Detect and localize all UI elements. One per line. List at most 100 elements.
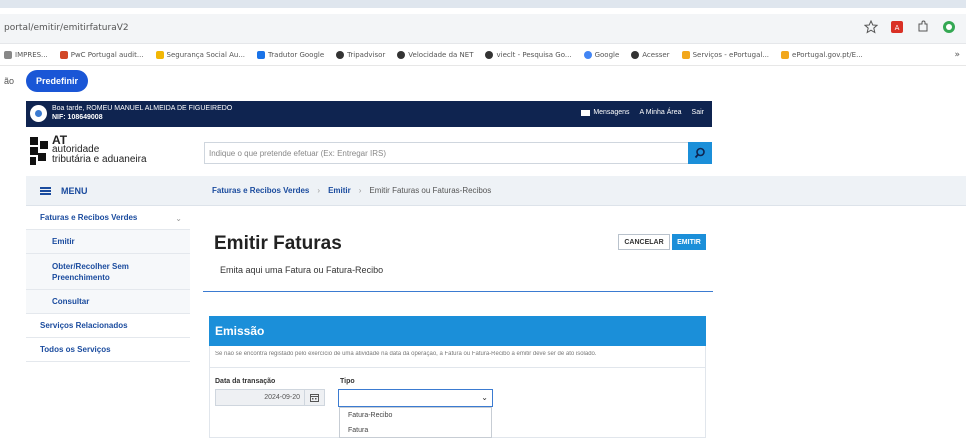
bookmark-item[interactable]: Serviços - ePortugal... — [681, 50, 770, 59]
browser-top-strip — [0, 0, 966, 8]
type-label: Tipo — [340, 378, 355, 385]
date-field[interactable]: 2024-09-20 — [215, 389, 305, 406]
star-icon[interactable] — [864, 20, 878, 34]
chevron-down-icon: ⌄ — [481, 393, 488, 402]
extension-bar-label: ão — [4, 76, 15, 86]
bookmark-label: vieclt - Pesquisa Go... — [496, 50, 572, 59]
more-bookmarks-button[interactable]: » — [954, 50, 960, 60]
sidebar-item-obter-recolher[interactable]: Obter/Recolher Sem Preenchimento — [26, 254, 190, 290]
sidebar-item-servicos-relacionados[interactable]: Serviços Relacionados — [26, 314, 190, 338]
messages-label: Mensagens — [593, 109, 630, 116]
bookmark-label: Velocidade da NET — [408, 50, 474, 59]
title-divider — [203, 291, 713, 292]
my-area-link[interactable]: A Minha Área — [640, 109, 682, 116]
bookmark-favicon-icon — [681, 50, 690, 59]
bookmark-item[interactable]: IMPRES... — [4, 50, 48, 59]
at-logo-icon[interactable] — [30, 137, 48, 165]
puzzle-extensions-icon[interactable] — [916, 20, 930, 34]
search-input[interactable]: Indique o que pretende efetuar (Ex: Entr… — [204, 142, 690, 164]
sidebar-item-label: Obter/Recolher Sem Preenchimento — [52, 261, 129, 282]
bookmark-item[interactable]: Velocidade da NET — [397, 50, 474, 59]
breadcrumb-link-emitir[interactable]: Emitir — [328, 186, 351, 195]
user-nif: NIF: 108649008 — [52, 114, 103, 121]
bookmark-item[interactable]: Segurança Social Au... — [155, 50, 246, 59]
messages-link[interactable]: Mensagens — [581, 109, 630, 116]
sidebar-item-label: Emitir — [52, 237, 75, 246]
bookmark-favicon-icon — [4, 50, 12, 59]
sidebar-item-consultar[interactable]: Consultar — [26, 290, 190, 314]
calendar-icon — [310, 394, 319, 402]
bookmark-item[interactable]: vieclt - Pesquisa Go... — [485, 50, 572, 59]
pdf-extension-icon[interactable]: A — [890, 20, 904, 34]
bookmark-item[interactable]: ePortugal.gov.pt/E... — [781, 50, 863, 59]
user-avatar-icon — [30, 105, 47, 122]
bookmark-favicon-icon — [155, 50, 164, 59]
search-icon — [694, 147, 705, 159]
note-divider — [209, 367, 706, 368]
bookmark-item[interactable]: Google — [583, 50, 620, 59]
date-value: 2024-09-20 — [264, 394, 300, 401]
hamburger-icon — [40, 186, 51, 195]
panel-note: Se não se encontra registado pelo exercí… — [215, 351, 597, 357]
sidebar-item-emitir[interactable]: Emitir — [26, 230, 190, 254]
bookmark-label: Acesser — [642, 50, 670, 59]
bookmark-label: Serviços - ePortugal... — [692, 50, 770, 59]
bookmark-item[interactable]: PwC Portugal audit... — [59, 50, 144, 59]
breadcrumb-separator-icon: › — [358, 186, 362, 195]
svg-text:A: A — [895, 24, 900, 32]
emit-button[interactable]: EMITIR — [672, 234, 706, 250]
browser-toolbar-icons: A — [864, 20, 956, 34]
site-header: AT autoridade tributária e aduaneira Ind… — [26, 127, 712, 175]
bookmark-favicon-icon — [485, 50, 494, 59]
address-bar[interactable]: portal/emitir/emitirfaturaV2 A — [0, 14, 966, 44]
menu-toggle[interactable]: MENU — [26, 176, 190, 206]
page-title: Emitir Faturas — [214, 233, 342, 254]
at-logo-text: AT autoridade tributária e aduaneira — [52, 134, 147, 165]
bookmarks-bar: IMPRES... PwC Portugal audit... Seguranç… — [0, 44, 966, 66]
profile-avatar-icon[interactable] — [942, 20, 956, 34]
calendar-button[interactable] — [305, 389, 325, 406]
breadcrumb-current: Emitir Faturas ou Faturas-Recibos — [369, 186, 492, 195]
logout-link[interactable]: Sair — [692, 109, 704, 116]
breadcrumb-separator-icon: › — [317, 186, 321, 195]
user-top-bar: Boa tarde, ROMEU MANUEL ALMEIDA DE FIGUE… — [26, 101, 712, 127]
sidebar-item-label: Serviços Relacionados — [40, 321, 128, 330]
bookmark-favicon-icon — [257, 50, 266, 59]
sidebar-item-todos-servicos[interactable]: Todos os Serviços — [26, 338, 190, 362]
bookmark-item[interactable]: Tripadvisor — [336, 50, 385, 59]
extension-bar: ão Predefinir — [0, 66, 966, 96]
bookmark-favicon-icon — [583, 50, 592, 59]
search-button[interactable] — [688, 142, 712, 164]
envelope-icon — [581, 109, 591, 116]
breadcrumb: Faturas e Recibos Verdes › Emitir › Emit… — [190, 176, 966, 206]
emission-panel-header: Emissão — [209, 316, 706, 346]
bookmark-label: Segurança Social Au... — [166, 50, 246, 59]
bookmark-label: ePortugal.gov.pt/E... — [792, 50, 863, 59]
type-option-fatura[interactable]: Fatura — [340, 423, 491, 438]
bookmark-item[interactable]: Acesser — [631, 50, 670, 59]
breadcrumb-link-faturas[interactable]: Faturas e Recibos Verdes — [212, 186, 309, 195]
top-links: Mensagens A Minha Área Sair — [581, 109, 704, 116]
sidebar-item-label: Todos os Serviços — [40, 345, 111, 354]
type-select[interactable]: ⌄ — [338, 389, 493, 407]
bookmark-favicon-icon — [397, 50, 406, 59]
date-label: Data da transação — [215, 378, 276, 385]
bookmark-favicon-icon — [336, 50, 345, 59]
cancel-button[interactable]: CANCELAR — [618, 234, 670, 250]
sidebar-item-label: Faturas e Recibos Verdes — [40, 213, 138, 222]
bookmark-label: Google — [594, 50, 620, 59]
logo-line-tributaria: tributária e aduaneira — [52, 154, 147, 165]
bookmark-favicon-icon — [631, 50, 640, 59]
url-text[interactable]: portal/emitir/emitirfaturaV2 — [4, 23, 129, 33]
page-subtitle: Emita aqui uma Fatura ou Fatura-Recibo — [220, 265, 384, 275]
bookmark-item[interactable]: Tradutor Google — [257, 50, 324, 59]
panel-title: Emissão — [215, 324, 265, 338]
search-placeholder: Indique o que pretende efetuar (Ex: Entr… — [209, 148, 386, 158]
sidebar-item-faturas-recibos-verdes[interactable]: Faturas e Recibos Verdes ⌄ — [26, 206, 190, 230]
type-option-fatura-recibo[interactable]: Fatura-Recibo — [340, 408, 491, 423]
bookmark-favicon-icon — [781, 50, 790, 59]
type-dropdown-list: Fatura-Recibo Fatura — [339, 407, 492, 438]
bookmark-label: IMPRES... — [15, 50, 48, 59]
user-greeting: Boa tarde, ROMEU MANUEL ALMEIDA DE FIGUE… — [52, 105, 233, 112]
predefinir-button[interactable]: Predefinir — [26, 70, 89, 92]
